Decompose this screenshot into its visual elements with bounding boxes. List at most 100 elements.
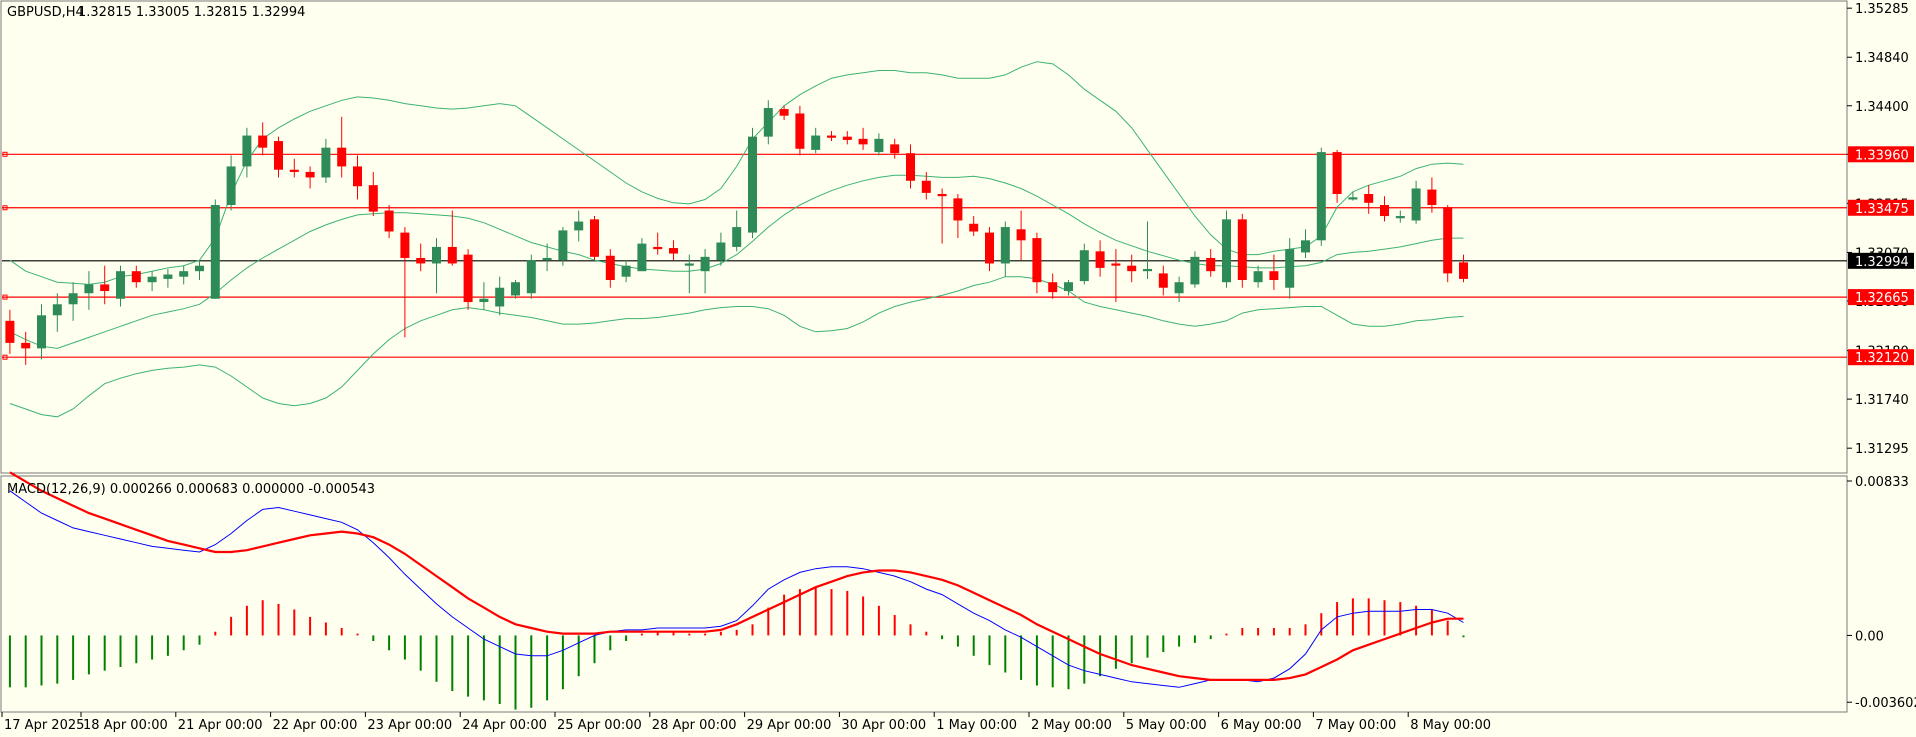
candle-body <box>1064 282 1073 292</box>
candle-body <box>1380 205 1389 217</box>
candle-body <box>858 138 868 145</box>
current-price-tag-label: 1.32994 <box>1855 255 1909 270</box>
chart-background <box>0 0 1916 737</box>
candle-body <box>37 315 46 349</box>
candle-body <box>274 141 283 170</box>
candle-bull <box>1222 210 1231 288</box>
candle-body <box>289 169 299 172</box>
trading-chart: 1.352851.348401.344001.339601.335151.330… <box>0 0 1916 737</box>
candle-bull <box>526 254 536 299</box>
candle-bear <box>590 216 599 261</box>
candle-body <box>890 144 900 154</box>
candle-body <box>1158 273 1168 288</box>
candle-body <box>1459 262 1468 279</box>
macd-tick-label: 0.00 <box>1855 629 1884 644</box>
macd-label: MACD(12,26,9) 0.000266 0.000683 0.000000… <box>7 482 375 497</box>
price-tick-label: 1.34840 <box>1855 51 1909 66</box>
candle-body <box>653 246 663 250</box>
candle-body <box>384 210 394 232</box>
level-1.32120-tag-label: 1.32120 <box>1855 351 1909 366</box>
candle-body <box>511 282 520 296</box>
candle-body <box>1285 249 1295 288</box>
candle-body <box>827 135 836 138</box>
candle-body <box>1000 227 1010 264</box>
candle-body <box>574 221 584 231</box>
time-tick-label: 8 May 00:00 <box>1410 718 1491 733</box>
candle-body <box>795 113 805 149</box>
time-tick-label: 2 May 00:00 <box>1031 718 1112 733</box>
candle-body <box>763 107 773 137</box>
candle-body <box>321 147 331 178</box>
time-tick-label: 24 Apr 00:00 <box>462 718 547 733</box>
candle-body <box>542 257 552 261</box>
candle-body <box>700 256 710 272</box>
candle-body <box>353 166 362 187</box>
symbol-label: GBPUSD,H4 <box>7 5 84 20</box>
candle-body <box>52 304 62 316</box>
candle-body <box>1111 263 1121 266</box>
candle-body <box>432 246 441 264</box>
time-tick-label: 5 May 00:00 <box>1126 718 1207 733</box>
candle-body <box>779 109 789 116</box>
candle-body <box>748 136 757 233</box>
candle-body <box>400 232 410 258</box>
candle-body <box>447 246 457 264</box>
candle-body <box>84 284 94 294</box>
candle-body <box>1332 152 1342 194</box>
candle-body <box>1143 268 1152 272</box>
candle-bull <box>558 227 568 266</box>
level-1.33475-tag-label: 1.33475 <box>1855 202 1909 217</box>
candle-body <box>1237 219 1247 281</box>
candle-bull <box>748 127 757 239</box>
candle-body <box>1127 265 1137 272</box>
candle-bear <box>1237 213 1247 288</box>
time-tick-label: 28 Apr 00:00 <box>652 718 737 733</box>
price-tick-label: 1.31295 <box>1855 442 1909 457</box>
level-1.33960-tag: 1.33960 <box>1848 146 1914 163</box>
time-tick-label: 7 May 00:00 <box>1315 718 1396 733</box>
candle-body <box>226 166 236 206</box>
candle-body <box>1253 271 1263 283</box>
candle-body <box>1190 256 1200 285</box>
candle-body <box>605 255 615 281</box>
candle-body <box>116 271 125 299</box>
level-1.32665-tag: 1.32665 <box>1848 289 1914 306</box>
candle-bear <box>463 249 473 310</box>
candle-body <box>195 265 204 272</box>
current-price-tag: 1.32994 <box>1848 252 1914 270</box>
candle-body <box>495 287 505 307</box>
price-tick-label: 1.31740 <box>1855 393 1909 408</box>
candle-body <box>590 219 599 257</box>
macd-tick-label: -0.003602 <box>1855 696 1916 711</box>
candle-body <box>732 227 742 247</box>
candle-body <box>463 254 473 303</box>
candle-body <box>1016 229 1026 241</box>
time-tick-label: 6 May 00:00 <box>1221 718 1302 733</box>
candle-body <box>874 138 884 153</box>
candle-body <box>684 263 694 266</box>
candle-body <box>147 276 157 283</box>
candle-body <box>621 265 631 277</box>
candle-body <box>163 274 173 279</box>
time-tick-label: 30 Apr 00:00 <box>841 718 926 733</box>
candle-body <box>1411 188 1421 221</box>
time-tick-label: 22 Apr 00:00 <box>273 718 358 733</box>
candle-body <box>68 293 78 305</box>
candle-body <box>210 205 220 299</box>
candle-bear <box>1443 205 1453 283</box>
level-1.33960-tag-label: 1.33960 <box>1855 148 1909 163</box>
candle-bull <box>1316 147 1326 246</box>
candle-body <box>1316 152 1326 241</box>
candle-body <box>969 223 979 232</box>
candle-body <box>1174 282 1184 294</box>
time-tick-label: 1 May 00:00 <box>936 718 1017 733</box>
time-tick-label: 21 Apr 00:00 <box>178 718 263 733</box>
candle-body <box>1364 193 1374 203</box>
candle-body <box>558 230 568 261</box>
candle-body <box>1427 189 1437 206</box>
candle-body <box>131 271 141 283</box>
price-tick-label: 1.34400 <box>1855 100 1909 115</box>
candle-body <box>1079 250 1089 282</box>
macd-tick-label: 0.00833 <box>1855 475 1909 490</box>
candle-body <box>669 248 678 254</box>
